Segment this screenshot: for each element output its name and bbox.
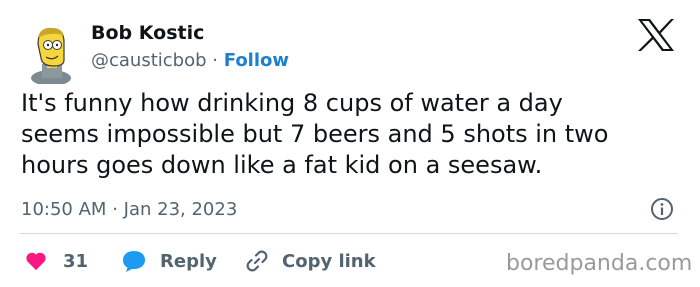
x-logo-icon[interactable] [636, 18, 676, 52]
tweet-text-line: It's funny how drinking 8 cups of water … [21, 89, 563, 117]
like-count: 31 [63, 250, 89, 272]
link-icon [246, 250, 268, 272]
author-handle[interactable]: @causticbob [91, 50, 207, 71]
tweet-text: It's funny how drinking 8 cups of water … [21, 88, 681, 181]
like-button[interactable]: 31 [25, 248, 88, 274]
reply-label: Reply [160, 250, 217, 272]
copy-link-label: Copy link [282, 250, 376, 272]
timestamp-separator: · [112, 199, 118, 220]
speech-bubble-icon [123, 251, 145, 272]
reply-button[interactable]: Reply [121, 248, 217, 274]
tweet-timestamp[interactable]: 10:50 AM · Jan 23, 2023 [21, 199, 237, 220]
author-handle-row: @causticbob · Follow [91, 50, 289, 71]
follow-button[interactable]: Follow [224, 50, 289, 71]
handle-separator: · [212, 50, 219, 71]
watermark: boredpanda.com [506, 251, 693, 276]
timestamp-time: 10:50 AM [21, 199, 107, 220]
timestamp-date: Jan 23, 2023 [123, 199, 238, 220]
info-icon[interactable] [650, 197, 674, 221]
tweet-card: Bob Kostic @causticbob · Follow It's fun… [0, 0, 700, 287]
tweet-text-line: seems impossible but 7 beers and 5 shots… [21, 120, 609, 148]
divider [20, 233, 678, 234]
author-name[interactable]: Bob Kostic [91, 22, 204, 44]
heart-icon [26, 252, 46, 271]
tweet-text-line: hours goes down like a fat kid on a sees… [21, 151, 543, 179]
cartoon-avatar-icon[interactable] [24, 24, 84, 84]
copy-link-button[interactable]: Copy link [245, 248, 376, 274]
